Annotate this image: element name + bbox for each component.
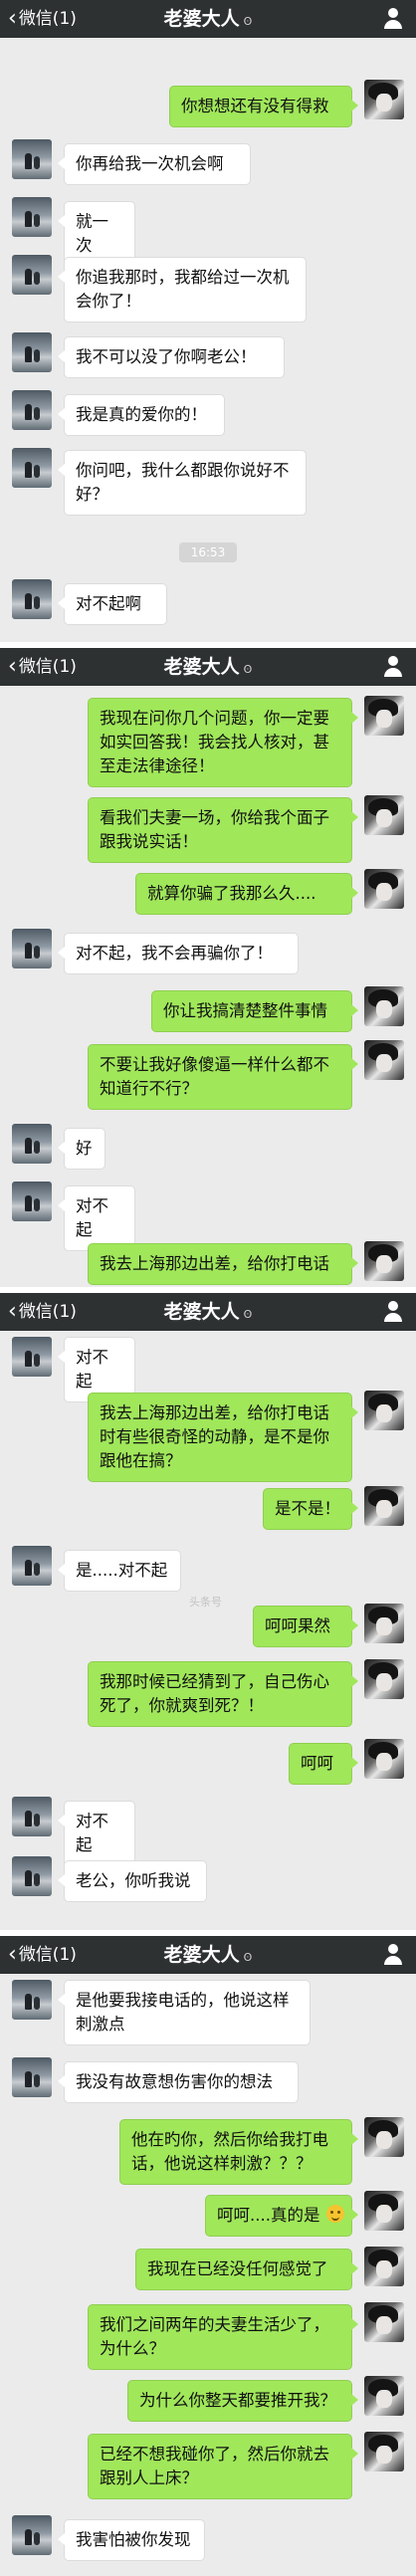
message-bubble[interactable]: 我是真的爱你的！ xyxy=(58,394,225,436)
contact-profile-icon[interactable] xyxy=(382,1301,404,1323)
avatar[interactable] xyxy=(364,869,404,909)
message-bubble[interactable]: 对不起，我不会再骗你了！ xyxy=(58,933,299,974)
avatar[interactable] xyxy=(364,2432,404,2471)
chat-header: ‹ 微信(1) 老婆大人 ʘ xyxy=(0,648,416,686)
message-bubble[interactable]: 我们之间两年的夫妻生活少了，为什么？ xyxy=(88,2304,358,2370)
message-bubble[interactable]: 是他要我接电话的，他说这样刺激点 xyxy=(58,1980,311,2045)
message-bubble[interactable]: 好 xyxy=(58,1128,105,1170)
chat-title: 老婆大人 ʘ xyxy=(163,1301,253,1323)
message-bubble[interactable]: 是不是！ xyxy=(263,1488,358,1530)
avatar[interactable] xyxy=(364,2376,404,2416)
avatar[interactable] xyxy=(364,1040,404,1080)
contact-profile-icon[interactable] xyxy=(382,1944,404,1966)
chat-header: ‹ 微信(1) 老婆大人 ʘ xyxy=(0,0,416,38)
smile-emoji-icon xyxy=(326,2205,344,2223)
chat-title: 老婆大人 ʘ xyxy=(163,1944,253,1966)
avatar[interactable] xyxy=(12,1856,52,1896)
message-bubble[interactable]: 我去上海那边出差，给你打电话时有些很奇怪的动静，是不是你跟他在搞？ xyxy=(88,1393,358,1482)
avatar[interactable] xyxy=(12,929,52,968)
avatar[interactable] xyxy=(12,390,52,430)
message-bubble[interactable]: 呵呵 xyxy=(289,1743,358,1785)
avatar[interactable] xyxy=(12,448,52,488)
avatar[interactable] xyxy=(364,2117,404,2157)
message-bubble[interactable]: 我没有故意想伤害你的想法 xyxy=(58,2061,299,2103)
contact-profile-icon[interactable] xyxy=(382,8,404,30)
message-bubble[interactable]: 你让我搞清楚整件事情 xyxy=(151,990,358,1032)
message-bubble[interactable]: 你追我那时，我都给过一次机会你了！ xyxy=(58,257,307,322)
chat-screen-3: ‹ 微信(1) 老婆大人 ʘ 对不起 我去上海那边出差，给你打电话时有些很奇怪的动静… xyxy=(0,1293,416,1930)
message-bubble[interactable]: 老公，你听我说 xyxy=(58,1860,207,1902)
avatar[interactable] xyxy=(12,197,52,237)
avatar[interactable] xyxy=(364,2247,404,2286)
avatar[interactable] xyxy=(12,2057,52,2097)
message-bubble[interactable]: 对不起 xyxy=(58,1185,135,1251)
avatar[interactable] xyxy=(364,986,404,1026)
mute-icon: ʘ xyxy=(243,1951,253,1964)
message-bubble[interactable]: 我害怕被你发现 xyxy=(58,2519,205,2561)
avatar[interactable] xyxy=(12,1980,52,2020)
message-bubble[interactable]: 不要让我好像傻逼一样什么都不知道行不行？ xyxy=(88,1044,358,1110)
message-bubble[interactable]: 我那时候已经猜到了，自己伤心死了，你就爽到死？！ xyxy=(88,1661,358,1727)
avatar[interactable] xyxy=(12,332,52,372)
message-bubble[interactable]: 呵呵果然 xyxy=(253,1606,358,1647)
message-bubble[interactable]: 对不起啊 xyxy=(58,583,167,625)
avatar[interactable] xyxy=(12,139,52,179)
contact-profile-icon[interactable] xyxy=(382,656,404,678)
avatar[interactable] xyxy=(364,1739,404,1779)
chat-screen-1: ‹ 微信(1) 老婆大人 ʘ 你想想还有没有得救 你再给我一次机会啊 就一次 你追我… xyxy=(0,0,416,642)
message-bubble[interactable]: 你问吧，我什么都跟你说好不好？ xyxy=(58,450,307,516)
avatar[interactable] xyxy=(12,1124,52,1164)
avatar[interactable] xyxy=(364,80,404,119)
avatar[interactable] xyxy=(364,1604,404,1643)
message-bubble[interactable]: 就算你骗了我那么久.... xyxy=(135,873,358,915)
chat-screen-4: ‹ 微信(1) 老婆大人 ʘ 是他要我接电话的，他说这样刺激点 我没有故意想伤害你的… xyxy=(0,1936,416,2576)
avatar[interactable] xyxy=(12,2515,52,2555)
avatar[interactable] xyxy=(12,1546,52,1586)
avatar[interactable] xyxy=(364,2302,404,2342)
message-bubble[interactable]: 你再给我一次机会啊 xyxy=(58,143,251,185)
chat-title: 老婆大人 ʘ xyxy=(163,8,253,30)
message-bubble[interactable]: 他在旳你，然后你给我打电话，他说这样刺激？？？ xyxy=(119,2119,358,2185)
mute-icon: ʘ xyxy=(243,1308,253,1321)
chat-header: ‹ 微信(1) 老婆大人 ʘ xyxy=(0,1936,416,1974)
message-bubble[interactable]: 是.....对不起 xyxy=(58,1550,181,1592)
avatar[interactable] xyxy=(364,2191,404,2231)
avatar[interactable] xyxy=(12,255,52,295)
avatar[interactable] xyxy=(364,1241,404,1281)
watermark: 头条号 xyxy=(189,1596,222,1609)
avatar[interactable] xyxy=(364,795,404,835)
avatar[interactable] xyxy=(12,1797,52,1836)
chat-header: ‹ 微信(1) 老婆大人 ʘ xyxy=(0,1293,416,1331)
message-bubble[interactable]: 我不可以没了你啊老公！ xyxy=(58,336,285,378)
chat-title: 老婆大人 ʘ xyxy=(163,656,253,678)
message-bubble[interactable]: 对不起 xyxy=(58,1801,135,1866)
message-bubble[interactable]: 我现在已经没任何感觉了 xyxy=(135,2249,358,2290)
message-bubble[interactable]: 我现在问你几个问题，你一定要如实回答我！我会找人核对，甚至走法律途径！ xyxy=(88,698,358,787)
avatar[interactable] xyxy=(364,1391,404,1430)
message-bubble[interactable]: 我去上海那边出差，给你打电话 xyxy=(88,1243,358,1285)
avatar[interactable] xyxy=(12,1337,52,1377)
mute-icon: ʘ xyxy=(243,663,253,676)
timestamp: 16:53 xyxy=(179,542,237,562)
message-bubble[interactable]: 为什么你整天都要推开我？ xyxy=(127,2380,358,2422)
mute-icon: ʘ xyxy=(243,15,253,28)
avatar[interactable] xyxy=(12,1181,52,1221)
message-bubble[interactable]: 已经不想我碰你了，然后你就去跟别人上床？ xyxy=(88,2434,358,2499)
message-bubble[interactable]: 你想想还有没有得救 xyxy=(169,86,358,127)
chat-screen-2: ‹ 微信(1) 老婆大人 ʘ 我现在问你几个问题，你一定要如实回答我！我会找人核对，… xyxy=(0,648,416,1287)
avatar[interactable] xyxy=(364,1486,404,1526)
avatar[interactable] xyxy=(364,696,404,736)
message-bubble[interactable]: 看我们夫妻一场，你给我个面子跟我说实话！ xyxy=(88,797,358,863)
avatar[interactable] xyxy=(12,579,52,619)
avatar[interactable] xyxy=(364,1659,404,1699)
